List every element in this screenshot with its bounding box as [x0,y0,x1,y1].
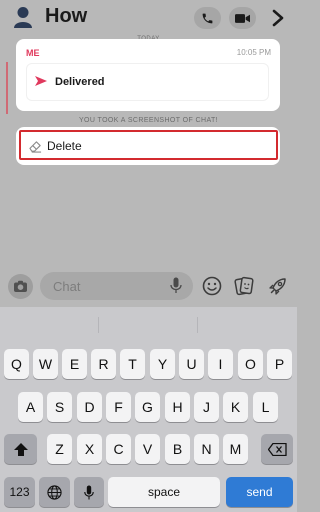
space-key[interactable]: space [108,477,220,507]
key[interactable]: M [223,434,248,464]
key[interactable]: Z [47,434,72,464]
key[interactable]: K [223,392,248,422]
delivery-status: Delivered [55,76,105,88]
sticker-icon[interactable] [234,276,254,296]
key[interactable]: T [120,349,145,379]
suggestion-divider [98,317,99,333]
key[interactable]: D [77,392,102,422]
sender-indicator-bar [6,62,8,114]
key[interactable]: Q [4,349,29,379]
key[interactable]: B [165,434,190,464]
numbers-key[interactable]: 123 [4,477,35,507]
rocket-icon[interactable] [268,276,288,296]
key[interactable]: V [135,434,160,464]
chat-header: How [0,0,297,36]
video-camera-icon [235,13,250,23]
key[interactable]: R [91,349,116,379]
key[interactable]: O [238,349,263,379]
screenshot-notice: YOU TOOK A SCREENSHOT OF CHAT! [78,117,219,124]
key[interactable]: F [106,392,131,422]
key[interactable]: X [77,434,102,464]
backspace-icon [267,442,287,456]
key[interactable]: N [194,434,219,464]
key[interactable]: L [253,392,278,422]
avatar-icon[interactable] [13,6,33,28]
video-call-button[interactable] [229,7,256,29]
key[interactable]: S [47,392,72,422]
call-button[interactable] [194,7,221,29]
key[interactable]: P [267,349,292,379]
message-time: 10:05 PM [236,48,271,57]
delete-label: Delete [47,139,82,153]
chat-title[interactable]: How [45,5,87,28]
sender-label: ME [26,48,40,58]
key[interactable]: U [179,349,204,379]
shift-arrow-icon [13,442,28,456]
key[interactable]: W [33,349,58,379]
send-key[interactable]: send [226,477,293,507]
camera-button[interactable] [8,274,33,299]
phone-icon [202,13,213,23]
key[interactable]: E [62,349,87,379]
key[interactable]: A [18,392,43,422]
key[interactable]: G [135,392,160,422]
delete-button[interactable]: Delete [19,130,278,160]
shift-key[interactable] [4,434,37,464]
key[interactable]: J [194,392,219,422]
message-preview-card: ME 10:05 PM Delivered [16,39,280,111]
key[interactable]: H [165,392,190,422]
microphone-icon [84,485,94,499]
chevron-right-icon[interactable] [271,9,285,27]
action-menu: Delete [16,127,280,165]
camera-icon [14,280,27,292]
globe-key[interactable] [39,477,70,507]
message-bubble: Delivered [26,63,269,101]
microphone-icon[interactable] [170,277,182,294]
globe-icon [47,484,62,500]
chat-input[interactable]: Chat [40,272,193,300]
smiley-icon[interactable] [202,276,222,296]
keyboard: Q W E R T Y U I O P A S D F G H J K L Z … [0,307,297,512]
key[interactable]: I [208,349,233,379]
key[interactable]: C [106,434,131,464]
eraser-icon [29,141,42,153]
delivered-arrow-icon [35,76,47,86]
chat-screen: How T O D A Y YOU TOOK A SCREENSHOT OF CHAT!… [0,0,297,512]
key[interactable]: Y [150,349,175,379]
suggestion-divider [197,317,198,333]
backspace-key[interactable] [261,434,293,464]
dictation-key[interactable] [74,477,104,507]
chat-placeholder: Chat [53,279,81,294]
